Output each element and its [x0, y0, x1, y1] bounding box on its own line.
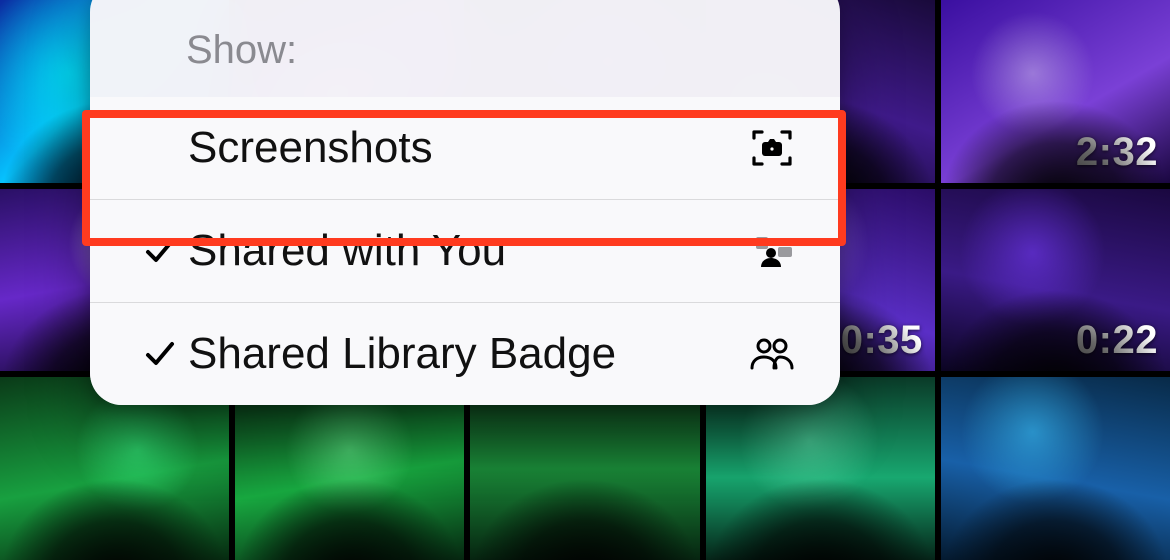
people-icon: [740, 330, 804, 378]
checkmark-slot: [134, 336, 186, 372]
checkmark-slot: [134, 233, 186, 269]
photo-thumbnail[interactable]: 0:22: [941, 189, 1170, 372]
menu-section-header: Show:: [90, 0, 840, 97]
photo-thumbnail[interactable]: 2:32: [941, 0, 1170, 183]
photos-screen: 2:32 0:35 0:22 Show: Screenshots: [0, 0, 1170, 560]
photo-thumbnail[interactable]: [941, 377, 1170, 560]
video-duration: 2:32: [1076, 130, 1158, 175]
video-duration: 0:35: [841, 318, 923, 363]
menu-item-label: Shared with You: [186, 226, 740, 276]
menu-item-shared-with-you[interactable]: Shared with You: [90, 199, 840, 302]
menu-item-shared-library-badge[interactable]: Shared Library Badge: [90, 302, 840, 405]
menu-item-label: Shared Library Badge: [186, 329, 740, 379]
shared-with-you-icon: [740, 227, 804, 275]
screenshot-icon: [740, 124, 804, 172]
view-options-menu: Show: Screenshots Shared with You: [90, 0, 840, 405]
menu-item-screenshots[interactable]: Screenshots: [90, 97, 840, 199]
video-duration: 0:22: [1076, 318, 1158, 363]
menu-item-label: Screenshots: [186, 123, 740, 173]
